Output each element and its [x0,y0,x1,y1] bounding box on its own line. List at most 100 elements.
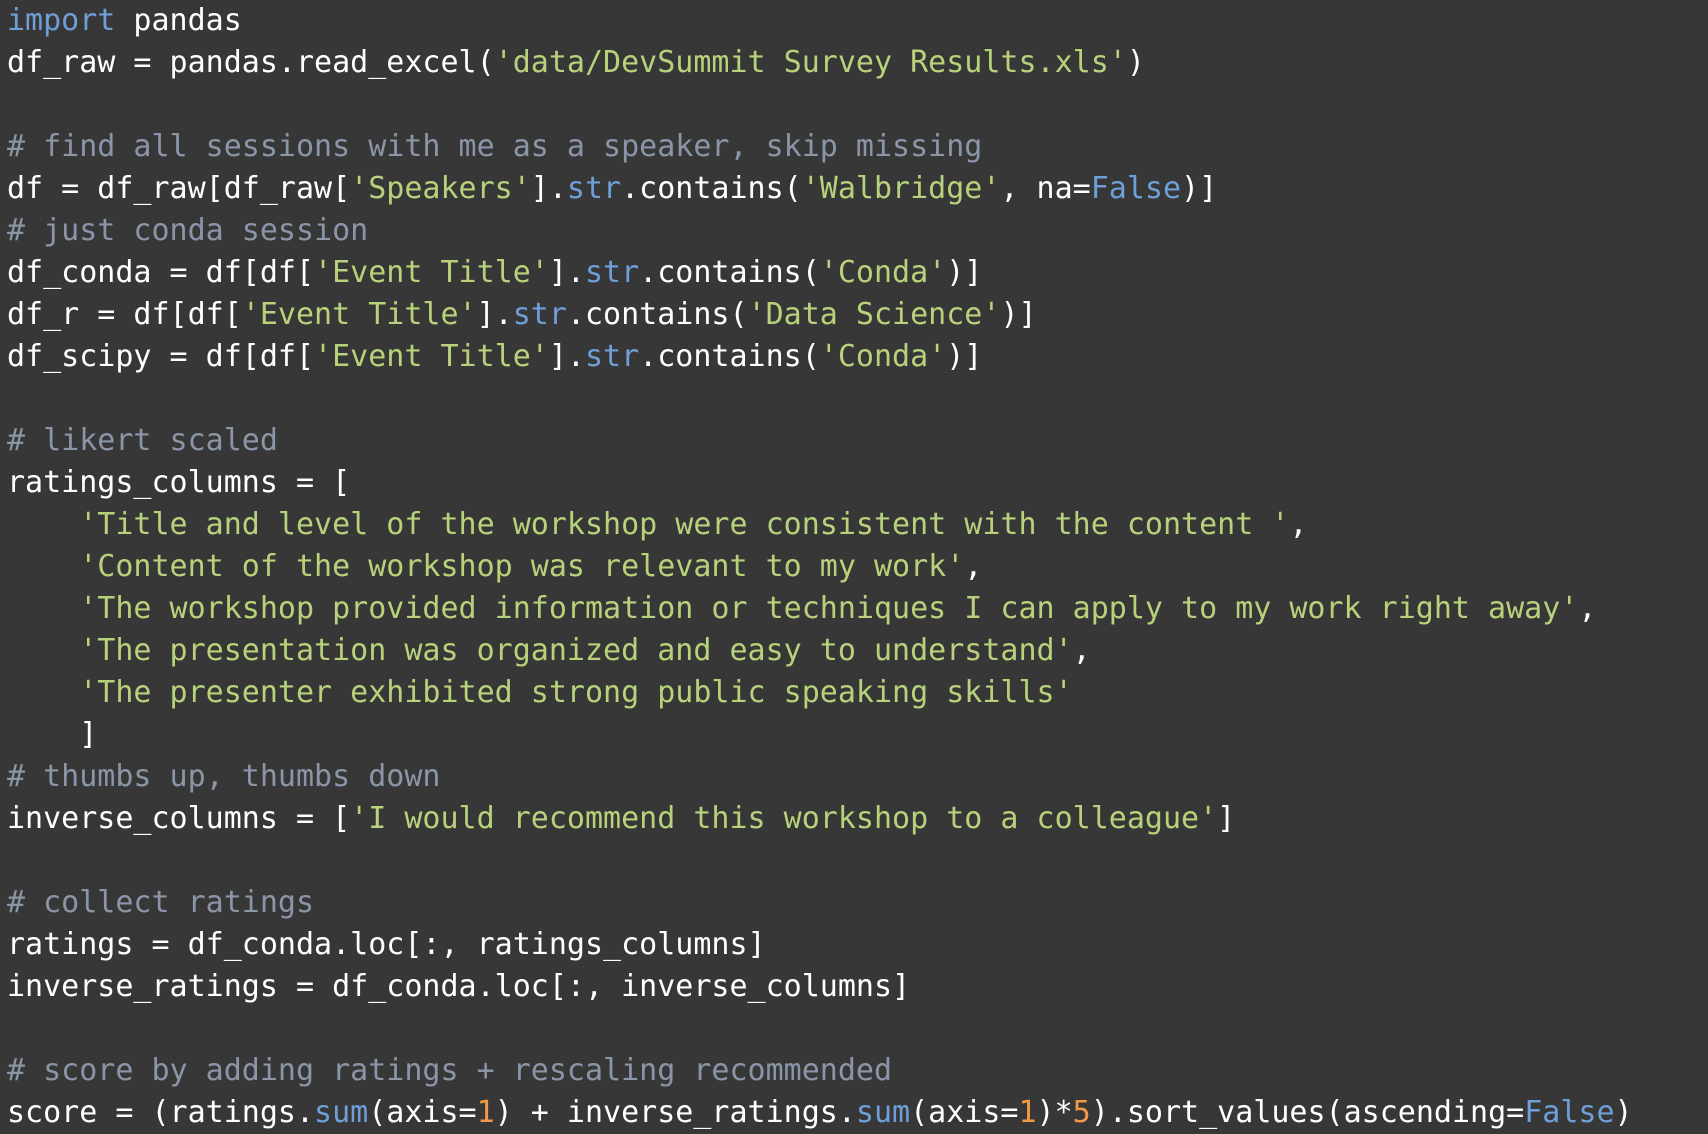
code-token-plain: ratings_columns = [ [7,465,351,500]
code-token-builtin: sum [855,1095,911,1130]
code-line: # likert scaled [7,420,1708,462]
code-token-plain: .contains( [566,297,748,332]
code-line: ratings = df_conda.loc[:, ratings_column… [7,924,1708,966]
code-token-number: 5 [1072,1095,1091,1130]
code-token-comment: # likert scaled [7,423,278,458]
code-token-string: 'I would recommend this workshop to a co… [350,801,1218,836]
code-token-plain: , [1289,507,1308,542]
code-token-comment: # score by adding ratings + rescaling re… [7,1053,893,1088]
code-line: # thumbs up, thumbs down [7,756,1708,798]
code-token-string: 'Content of the workshop was relevant to… [79,549,965,584]
code-line: # collect ratings [7,882,1708,924]
code-token-string: 'Data Science' [747,297,1001,332]
code-token-comment: # collect ratings [7,885,315,920]
code-token-keyword: import [7,3,116,38]
code-token-plain: df_r = df[df[ [7,297,242,332]
code-line: 'The workshop provided information or te… [7,588,1708,630]
code-line: ] [7,714,1708,756]
code-token-plain: ) [1126,45,1145,80]
code-token-plain: , na= [1000,171,1091,206]
code-token-plain: )] [1181,171,1218,206]
code-token-comment: # just conda session [7,213,369,248]
code-token-plain: .contains( [639,339,820,374]
code-line: inverse_ratings = df_conda.loc[:, invers… [7,966,1708,1008]
code-token-plain: )] [1000,297,1037,332]
code-line: score = (ratings.sum(axis=1) + inverse_r… [7,1092,1708,1134]
code-line: 'Content of the workshop was relevant to… [7,546,1708,588]
code-token-plain: df_scipy = df[df[ [7,339,315,374]
code-token-string: 'Speakers' [350,171,531,206]
code-token-plain: .contains( [621,171,802,206]
code-line: 'Title and level of the workshop were co… [7,504,1708,546]
code-token-builtin: str [584,339,640,374]
code-token-string: 'Conda' [819,339,947,374]
code-line: df_raw = pandas.read_excel('data/DevSumm… [7,42,1708,84]
code-token-string: 'Event Title' [241,297,477,332]
code-token-string: 'Event Title' [314,255,549,290]
code-line: inverse_columns = ['I would recommend th… [7,798,1708,840]
code-token-plain: .contains( [639,255,820,290]
code-token-plain: df_raw = pandas.read_excel( [7,45,495,80]
code-token-plain: df = df_raw[df_raw[ [7,171,351,206]
code-token-plain: ]. [530,171,567,206]
code-line: 'The presentation was organized and easy… [7,630,1708,672]
code-line: # just conda session [7,210,1708,252]
code-token-plain: ]. [476,297,513,332]
code-token-plain: (axis= [910,1095,1019,1130]
code-token-plain: ]. [548,339,585,374]
code-editor[interactable]: import pandas df_raw = pandas.read_excel(… [0,0,1708,1134]
code-token-string: 'The presentation was organized and easy… [79,633,1073,668]
code-token-plain: )* [1036,1095,1073,1130]
code-token-builtin: sum [314,1095,369,1130]
code-token-comment: # thumbs up, thumbs down [7,759,441,794]
code-token-string: 'Conda' [819,255,947,290]
code-line: df_conda = df[df['Event Title'].str.cont… [7,252,1708,294]
code-line: df = df_raw[df_raw['Speakers'].str.conta… [7,168,1708,210]
code-token-plain: ) [1614,1095,1633,1130]
code-token-number: 1 [476,1095,495,1130]
code-token-plain: )] [946,339,983,374]
code-token-builtin: False [1524,1095,1615,1130]
code-token-comment: # find all sessions with me as a speaker… [7,129,983,164]
code-token-plain: ] [7,717,98,752]
code-token-builtin: str [512,297,567,332]
code-token-string: 'data/DevSummit Survey Results.xls' [494,45,1127,80]
code-token-plain: ).sort_values(ascending= [1090,1095,1525,1130]
code-token-builtin: False [1090,171,1182,206]
code-token-plain: ] [1217,801,1236,836]
code-line: # score by adding ratings + rescaling re… [7,1050,1708,1092]
code-token-plain: inverse_columns = [ [7,801,351,836]
code-line: df_r = df[df['Event Title'].str.contains… [7,294,1708,336]
code-token-plain: inverse_ratings = df_conda.loc[:, invers… [7,969,911,1004]
code-token-plain: ) + inverse_ratings. [494,1095,856,1130]
code-line: 'The presenter exhibited strong public s… [7,672,1708,714]
code-token-plain: )] [946,255,983,290]
code-token-plain: ratings = df_conda.loc[:, ratings_column… [7,927,766,962]
code-line: # find all sessions with me as a speaker… [7,126,1708,168]
code-line: df_scipy = df[df['Event Title'].str.cont… [7,336,1708,378]
code-token-plain: (axis= [368,1095,477,1130]
code-token-string: 'Walbridge' [801,171,1001,206]
code-token-builtin: str [566,171,622,206]
code-line: import pandas [7,0,1708,42]
code-token-builtin: str [584,255,640,290]
code-token-string: 'Title and level of the workshop were co… [79,507,1290,542]
code-token-string: 'The workshop provided information or te… [79,591,1579,626]
code-token-plain: , [1578,591,1597,626]
code-token-string: 'The presenter exhibited strong public s… [79,675,1073,710]
code-token-plain: pandas [115,3,242,38]
code-line: ratings_columns = [ [7,462,1708,504]
code-token-number: 1 [1018,1095,1037,1130]
code-token-plain: ]. [548,255,585,290]
code-token-plain: df_conda = df[df[ [7,255,315,290]
code-token-plain: , [964,549,983,584]
